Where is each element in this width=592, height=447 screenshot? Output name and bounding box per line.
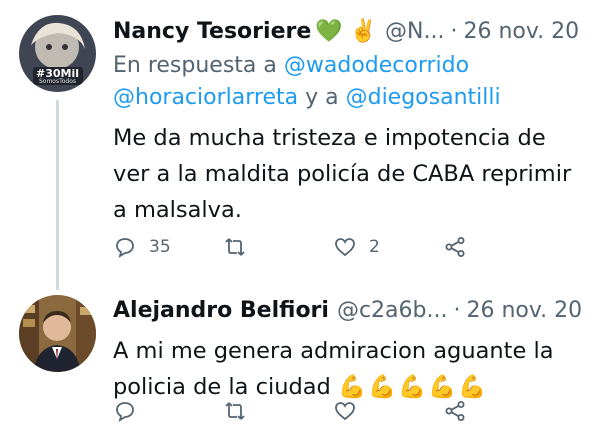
reply-joiner: y a <box>305 85 339 110</box>
reply-icon <box>116 402 134 422</box>
share-button[interactable] <box>443 399 503 423</box>
reply-icon <box>116 238 134 258</box>
tweet-header: Alejandro Belfiori @c2a6b... · 26 nov. 2… <box>113 293 582 327</box>
tweet-date[interactable]: 26 nov. 20 <box>463 19 579 44</box>
heart-icon <box>335 402 355 421</box>
mention-link[interactable]: @wadodecorrido <box>284 53 469 78</box>
tweet-content: Alejandro Belfiori @c2a6b... · 26 nov. 2… <box>113 293 582 405</box>
author-handle[interactable]: @N... <box>385 19 444 44</box>
like-button[interactable] <box>333 399 393 423</box>
like-button[interactable]: 2 <box>333 235 393 259</box>
tweet-text: Me da mucha tristeza e impotencia de ver… <box>113 125 572 223</box>
reply-button[interactable]: 35 <box>113 235 173 259</box>
separator-dot: · <box>450 18 458 44</box>
retweet-icon <box>225 238 245 256</box>
retweet-icon <box>225 402 245 420</box>
mention-link[interactable]: @diegosantilli <box>346 85 501 110</box>
tweet-date[interactable]: 26 nov. 20 <box>466 298 582 323</box>
share-icon <box>445 237 465 257</box>
author-handle[interactable]: @c2a6b... <box>337 298 448 323</box>
tweet-header: Nancy Tesoriere 💚 ✌️ @N... · 26 nov. 20 <box>113 14 579 48</box>
retweet-button[interactable] <box>223 399 283 423</box>
tweet[interactable]: #30Mil SomosTodos Nancy Tesoriere 💚 ✌️ @… <box>0 0 592 290</box>
reply-button[interactable] <box>113 399 173 423</box>
thread-line <box>56 100 59 290</box>
share-icon <box>445 401 465 421</box>
tweet-actions <box>113 399 503 423</box>
share-button[interactable] <box>443 235 503 259</box>
avatar-image <box>19 295 96 372</box>
tweet-actions: 35 2 <box>113 235 503 259</box>
reply-context: En respuesta a @wadodecorrido @horaciorl… <box>113 50 574 114</box>
avatar[interactable] <box>19 295 96 372</box>
reply-count: 35 <box>149 237 171 257</box>
author-emojis: 💚 ✌️ <box>315 18 378 44</box>
avatar[interactable]: #30Mil SomosTodos <box>19 15 96 92</box>
tweet-content: Nancy Tesoriere 💚 ✌️ @N... · 26 nov. 20 … <box>113 14 579 228</box>
heart-icon <box>335 238 355 257</box>
reply-prefix: En respuesta a <box>113 53 277 78</box>
like-count: 2 <box>369 237 380 257</box>
tweet-text: A mi me genera admiracion aguante la pol… <box>113 333 574 405</box>
retweet-button[interactable] <box>223 235 283 259</box>
flexed-biceps-emojis: 💪💪💪💪💪 <box>337 374 489 400</box>
author-name[interactable]: Alejandro Belfiori <box>113 298 329 323</box>
separator-dot: · <box>453 297 461 323</box>
mention-link[interactable]: @horaciorlarreta <box>113 85 298 110</box>
tweet[interactable]: Alejandro Belfiori @c2a6b... · 26 nov. 2… <box>0 287 592 447</box>
avatar-badge-sub: SomosTodos <box>38 78 77 85</box>
author-name[interactable]: Nancy Tesoriere <box>113 19 311 44</box>
